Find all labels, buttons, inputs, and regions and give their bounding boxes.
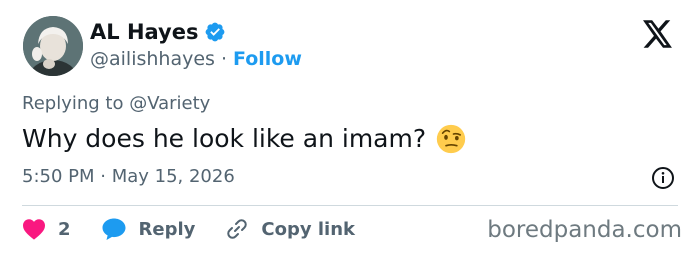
reply-button[interactable]: Reply [101, 217, 196, 241]
reply-bubble-icon [102, 218, 126, 240]
x-logo-icon[interactable] [643, 20, 673, 48]
tweet-text: Why does he look like an imam? [22, 123, 466, 155]
author-display-name[interactable]: AL Hayes [90, 19, 198, 45]
copy-link-button[interactable]: Copy link [225, 217, 355, 241]
watermark: boredpanda.com [487, 217, 682, 243]
info-icon[interactable] [651, 166, 675, 190]
face-with-raised-eyebrow-emoji-icon [436, 124, 466, 154]
replying-to-label: Replying to @Variety [22, 93, 211, 114]
follow-button[interactable]: Follow [233, 47, 302, 71]
handle-separator: · [220, 48, 227, 70]
like-button[interactable]: 2 [22, 218, 71, 240]
reply-label: Reply [138, 218, 196, 240]
author-handle[interactable]: @ailishhayes [90, 47, 215, 71]
copy-link-label: Copy link [261, 218, 355, 240]
avatar[interactable] [23, 16, 83, 76]
tweet-body: Why does he look like an imam? [22, 124, 427, 153]
link-icon [227, 219, 248, 239]
avatar-image [23, 16, 83, 76]
tweet-actions: 2 Reply Copy link [22, 215, 385, 243]
like-count: 2 [58, 218, 71, 240]
divider [22, 205, 678, 206]
tweet-timestamp[interactable]: 5:50 PM · May 15, 2026 [22, 165, 235, 189]
author-handle-row: @ailishhayes · Follow [90, 47, 302, 71]
heart-icon [23, 219, 45, 240]
author-name-row: AL Hayes [90, 19, 226, 45]
verified-badge-icon [206, 22, 225, 42]
